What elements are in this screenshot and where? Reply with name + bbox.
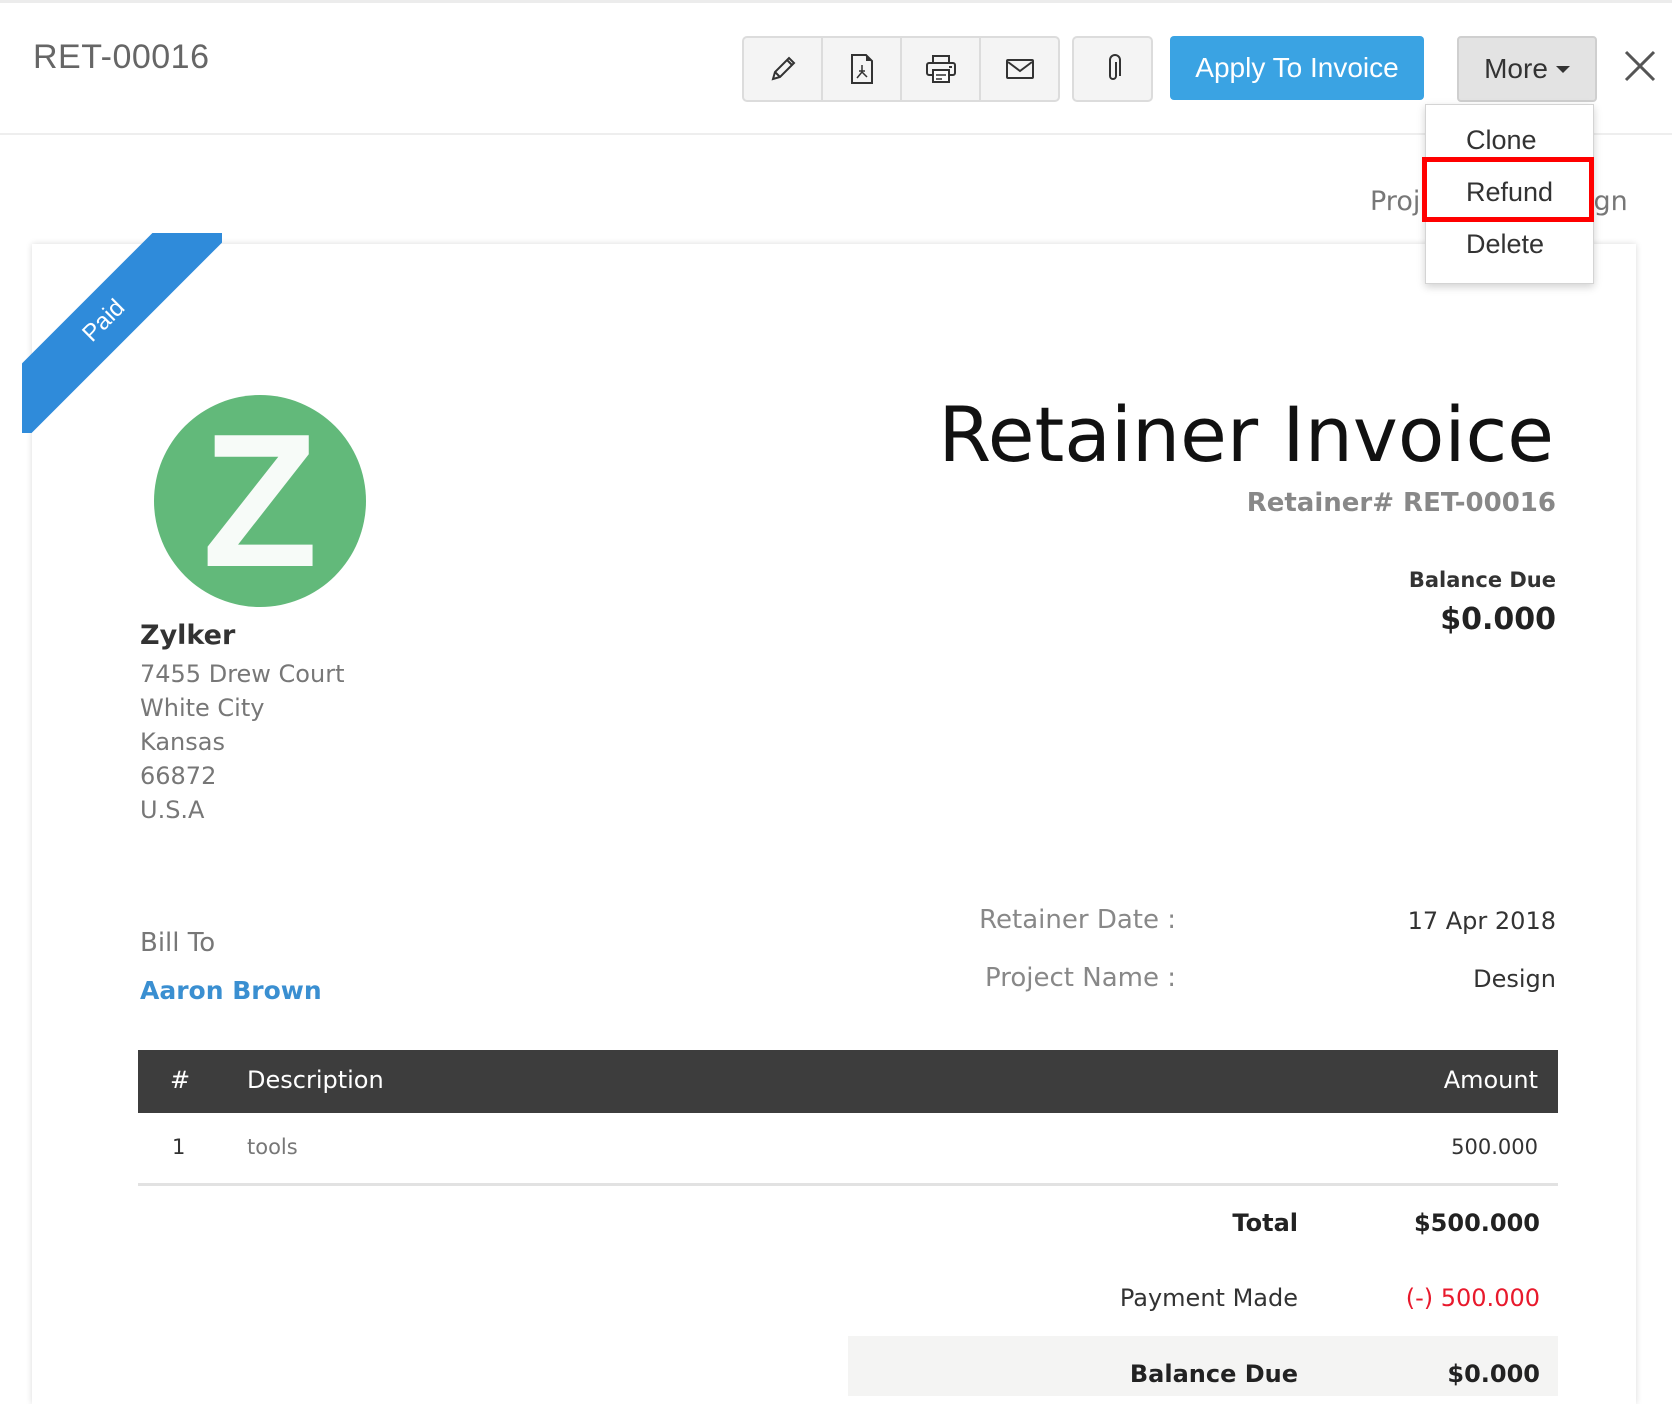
table-row: 1 tools 500.000 <box>138 1113 1558 1186</box>
mail-icon <box>1005 59 1034 79</box>
attach-button[interactable] <box>1072 36 1153 102</box>
retainer-date-label: Retainer Date : <box>979 905 1176 935</box>
balance-due-total-label: Balance Due <box>1129 1360 1298 1388</box>
refund-highlight-box <box>1422 157 1594 222</box>
address-line: 7455 Drew Court <box>140 660 345 688</box>
paperclip-icon <box>1108 54 1121 80</box>
col-description: Description <box>247 1066 384 1094</box>
row-number: 1 <box>172 1135 186 1159</box>
balance-due-label: Balance Due <box>1408 568 1556 592</box>
retainer-date-value: 17 Apr 2018 <box>1407 907 1556 935</box>
menu-item-clone[interactable]: Clone <box>1466 125 1537 156</box>
col-number: # <box>170 1066 191 1094</box>
close-icon <box>1624 50 1656 82</box>
project-name-label: Project Name : <box>985 963 1176 993</box>
total-label: Total <box>1232 1209 1298 1237</box>
retainer-number: Retainer# RET-00016 <box>1246 488 1556 518</box>
pdf-button[interactable] <box>823 38 902 100</box>
address-line: U.S.A <box>140 796 205 824</box>
edit-button[interactable] <box>744 38 823 100</box>
print-button[interactable] <box>902 38 981 100</box>
printer-icon <box>925 55 956 83</box>
balance-due-value: $0.000 <box>1440 602 1556 637</box>
logo-letter: Z <box>201 395 319 607</box>
payment-made-value: (-) 500.000 <box>1405 1284 1540 1312</box>
address-line: 66872 <box>140 762 217 790</box>
address-line: Kansas <box>140 728 225 756</box>
pdf-icon <box>850 54 873 84</box>
col-amount: Amount <box>1443 1066 1538 1094</box>
document-title: Retainer Invoice <box>938 390 1554 479</box>
project-label-peek: Proj <box>1370 186 1421 217</box>
project-name-value: Design <box>1473 965 1556 993</box>
apply-to-invoice-button[interactable]: Apply To Invoice <box>1170 36 1424 100</box>
action-icon-group <box>742 36 1060 102</box>
row-description: tools <box>247 1135 298 1159</box>
items-table-header: # Description Amount <box>138 1050 1558 1113</box>
balance-due-total-value: $0.000 <box>1447 1360 1540 1388</box>
page-title: RET-00016 <box>33 38 210 76</box>
org-name: Zylker <box>140 620 236 651</box>
status-ribbon: Paid <box>22 233 222 433</box>
payment-made-label: Payment Made <box>1119 1284 1298 1312</box>
email-button[interactable] <box>981 38 1058 100</box>
pencil-icon <box>771 56 795 81</box>
customer-link[interactable]: Aaron Brown <box>140 976 322 1005</box>
more-dropdown-button[interactable]: More <box>1457 36 1597 102</box>
more-label: More <box>1484 53 1548 84</box>
bill-to-label: Bill To <box>140 928 216 958</box>
status-ribbon-label: Paid <box>22 233 222 433</box>
close-button[interactable] <box>1620 46 1660 86</box>
row-amount: 500.000 <box>1451 1135 1538 1159</box>
menu-item-delete[interactable]: Delete <box>1466 229 1544 260</box>
caret-down-icon <box>1555 65 1570 73</box>
total-value: $500.000 <box>1413 1209 1540 1237</box>
address-line: White City <box>140 694 265 722</box>
